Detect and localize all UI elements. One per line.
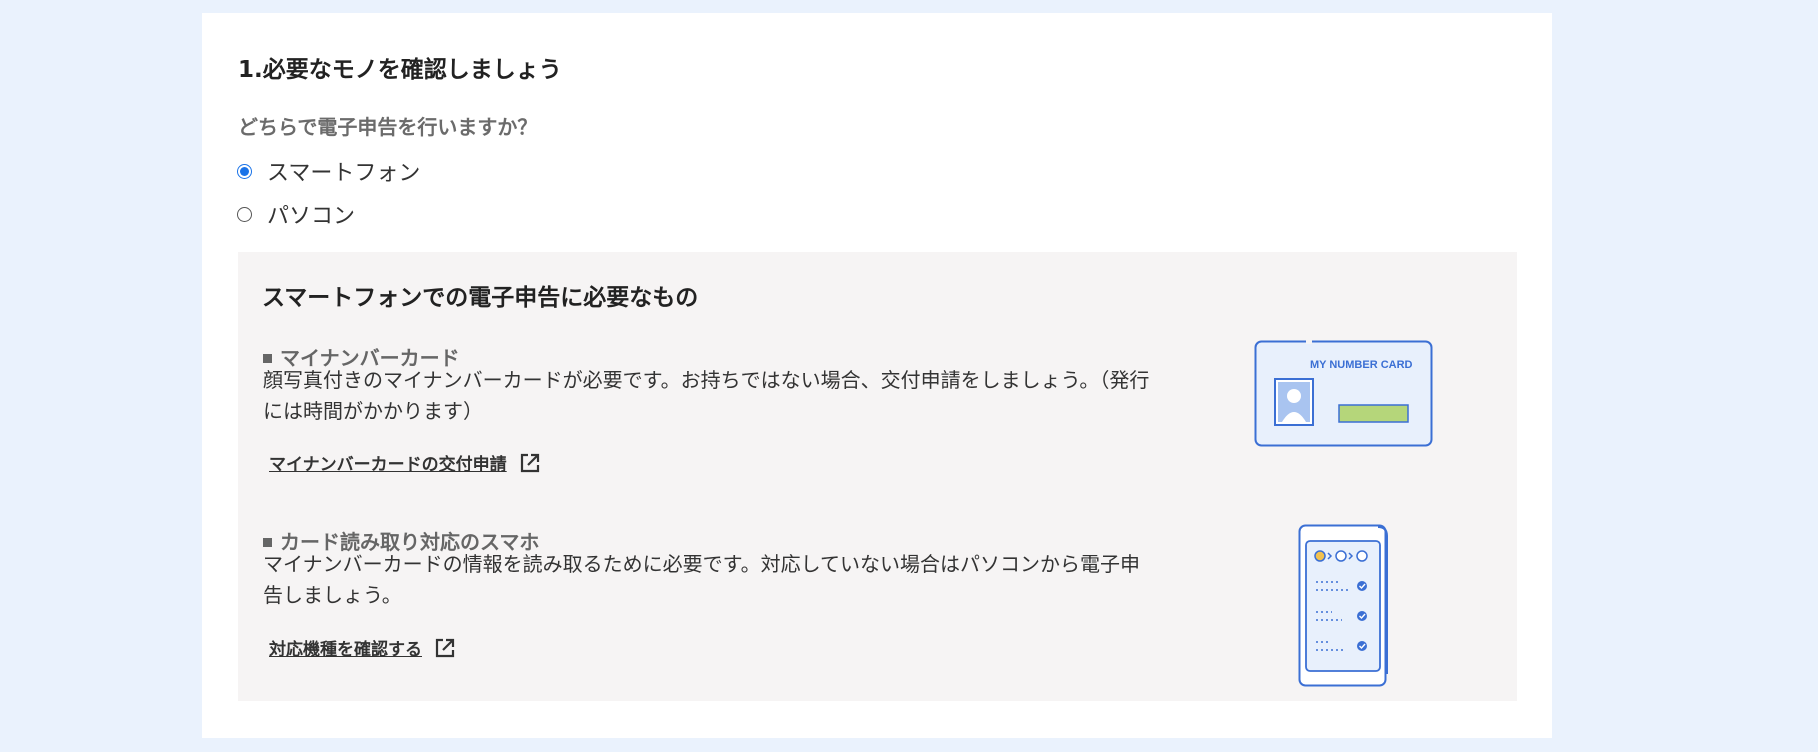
square-bullet-icon [263,537,272,547]
my-number-card-illustration: MY NUMBER CARD [1254,340,1434,454]
radio-label-smartphone[interactable]: スマートフォン [267,155,420,187]
radio-button-smartphone[interactable] [237,163,252,179]
radio-label-pc[interactable]: パソコン [267,198,355,230]
radio-button-pc[interactable] [237,206,252,222]
external-link-icon [435,638,455,657]
requirements-panel: スマートフォンでの電子申告に必要なもの マイナンバーカード 顔写真付きのマイナン… [238,252,1517,701]
smartphone-illustration [1298,524,1394,692]
radio-option-smartphone[interactable]: スマートフォン [237,155,420,187]
radio-option-pc[interactable]: パソコン [237,198,355,230]
mynumber-apply-link[interactable]: マイナンバーカードの交付申請 [269,450,541,475]
mynumber-apply-link-text[interactable]: マイナンバーカードの交付申請 [269,450,507,475]
external-link-icon [520,453,539,472]
panel-title: スマートフォンでの電子申告に必要なもの [262,285,699,311]
item-description-smartphone: マイナンバーカードの情報を読み取るために必要です。対応していない場合はパソコンか… [263,552,1140,607]
square-bullet-icon [263,353,272,363]
compatible-models-link[interactable]: 対応機種を確認する [269,635,456,660]
content-card: 1.必要なモノを確認しましょう どちらで電子申告を行いますか？ スマートフォン … [202,13,1552,738]
item-description-mynumber: 顔写真付きのマイナンバーカードが必要です。お持ちではない場合、交付申請をしましょ… [263,368,1150,423]
question-label: どちらで電子申告を行いますか？ [238,115,538,139]
section-title: 1.必要なモノを確認しましょう [238,57,562,83]
card-illustration-text: MY NUMBER CARD [1310,359,1413,371]
compatible-models-link-text[interactable]: 対応機種を確認する [269,635,422,660]
